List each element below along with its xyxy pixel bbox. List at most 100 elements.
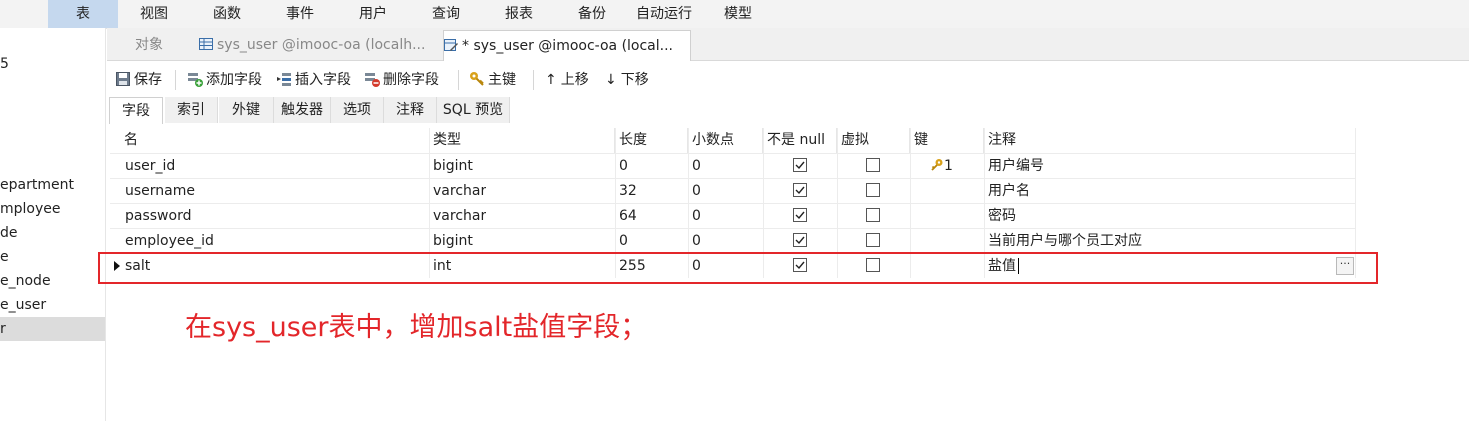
tab-foreign-keys[interactable]: 外键 [219,97,274,123]
table-row[interactable]: employee_id bigint 0 0 当前用户与哪个员工对应 [110,228,1356,253]
key-icon [469,71,485,87]
field-length[interactable]: 0 [619,229,628,253]
tab-fields[interactable]: 字段 [109,97,163,124]
key-icon [930,158,944,174]
virtual-checkbox[interactable] [866,158,880,172]
menu-report[interactable]: 报表 [505,0,533,28]
arrow-up-icon: ↑ [545,72,557,88]
tab-triggers[interactable]: 触发器 [274,97,331,123]
field-comment[interactable]: 用户名 [988,179,1030,203]
move-down-button[interactable]: ↓ 下移 [605,69,649,91]
sidebar-item[interactable]: e [0,245,105,269]
table-design-icon [444,33,458,51]
virtual-checkbox[interactable] [866,208,880,222]
column-header-not-null[interactable]: 不是 null [763,128,837,153]
add-field-label: 添加字段 [206,72,262,88]
add-field-icon [187,71,203,87]
tab-comment[interactable]: 注释 [384,97,437,123]
primary-key-button[interactable]: 主键 [469,69,516,91]
field-length[interactable]: 32 [619,179,637,203]
sidebar-item[interactable]: e_user [0,293,105,317]
sidebar-item[interactable]: e_node [0,269,105,293]
field-decimals[interactable]: 0 [692,179,701,203]
sidebar-item[interactable]: epartment [0,173,105,197]
field-decimals[interactable]: 0 [692,154,701,178]
field-name[interactable]: employee_id [125,229,214,253]
tab-design-label: * sys_user @imooc-oa (local... [462,38,674,54]
menu-backup[interactable]: 备份 [578,0,606,28]
move-down-label: 下移 [620,72,649,88]
tab-options[interactable]: 选项 [331,97,384,123]
sidebar-item-selected[interactable]: r [0,317,105,341]
not-null-checkbox[interactable] [793,233,807,247]
designer-tabs: 字段 索引 外键 触发器 选项 注释 SQL 预览 [107,97,1469,124]
column-header-name[interactable]: 名 [120,128,430,153]
document-tab-bar: 对象 sys_user @imooc-oa (localh... * sys_u… [107,28,1469,61]
menu-query[interactable]: 查询 [432,0,460,28]
save-button[interactable]: 保存 [115,69,162,91]
menu-model[interactable]: 模型 [724,0,752,28]
add-field-button[interactable]: 添加字段 [187,69,262,91]
menu-view[interactable]: 视图 [140,0,168,28]
field-type[interactable]: varchar [433,179,486,203]
table-row[interactable]: username varchar 32 0 用户名 [110,178,1356,203]
sidebar-item[interactable]: de [0,221,105,245]
menu-table[interactable]: 表 [48,0,118,28]
sidebar: 5 epartment mployee de e e_node e_user r [0,28,106,421]
virtual-checkbox[interactable] [866,183,880,197]
insert-field-button[interactable]: 插入字段 [276,69,351,91]
column-header-type[interactable]: 类型 [429,128,615,153]
toolbar-divider [458,70,459,90]
field-decimals[interactable]: 0 [692,204,701,228]
not-null-checkbox[interactable] [793,158,807,172]
toolbar: 保存 添加字段 插入字段 删除字段 主键 ↑ 上移 ↓ 下移 [107,61,1469,97]
not-null-checkbox[interactable] [793,208,807,222]
field-name[interactable]: password [125,204,191,228]
field-type[interactable]: bigint [433,229,473,253]
field-decimals[interactable]: 0 [692,229,701,253]
save-icon [115,71,131,87]
field-comment[interactable]: 密码 [988,204,1016,228]
toolbar-divider [533,70,534,90]
virtual-checkbox[interactable] [866,233,880,247]
field-length[interactable]: 64 [619,204,637,228]
move-up-label: 上移 [560,72,589,88]
column-header-key[interactable]: 键 [910,128,984,153]
tab-table-view[interactable]: sys_user @imooc-oa (localh... [199,30,439,60]
field-type[interactable]: varchar [433,204,486,228]
menu-function[interactable]: 函数 [213,0,241,28]
column-header-virtual[interactable]: 虚拟 [837,128,910,153]
toolbar-divider [175,70,176,90]
field-name[interactable]: username [125,179,195,203]
highlight-box [98,252,1378,284]
tab-sql-preview[interactable]: SQL 预览 [437,97,510,123]
menu-event[interactable]: 事件 [286,0,314,28]
key-order: 1 [944,158,953,174]
menu-automation[interactable]: 自动运行 [636,0,692,28]
insert-field-icon [276,71,292,87]
move-up-button[interactable]: ↑ 上移 [545,69,589,91]
primary-key-indicator: 1 [930,154,953,178]
field-name[interactable]: user_id [125,154,175,178]
field-type[interactable]: bigint [433,154,473,178]
field-length[interactable]: 0 [619,154,628,178]
sidebar-item[interactable]: 5 [0,52,105,76]
column-header-length[interactable]: 长度 [615,128,688,153]
menu-user[interactable]: 用户 [359,0,387,28]
sidebar-item[interactable]: mployee [0,197,105,221]
primary-key-label: 主键 [488,72,516,88]
not-null-checkbox[interactable] [793,183,807,197]
tab-design-active[interactable]: * sys_user @imooc-oa (local... [443,30,691,61]
tab-objects-label: 对象 [135,37,163,53]
delete-field-label: 删除字段 [383,72,439,88]
table-row[interactable]: password varchar 64 0 密码 [110,203,1356,228]
tab-indexes[interactable]: 索引 [165,97,218,123]
column-header-comment[interactable]: 注释 [984,128,1356,153]
column-header-decimals[interactable]: 小数点 [688,128,763,153]
annotation-text: 在sys_user表中，增加salt盐值字段； [185,312,648,343]
delete-field-button[interactable]: 删除字段 [364,69,439,91]
field-comment[interactable]: 用户编号 [988,154,1044,178]
table-grid-icon [199,32,213,50]
table-row[interactable]: user_id bigint 0 0 1 用户编号 [110,153,1356,178]
field-comment[interactable]: 当前用户与哪个员工对应 [988,229,1142,253]
